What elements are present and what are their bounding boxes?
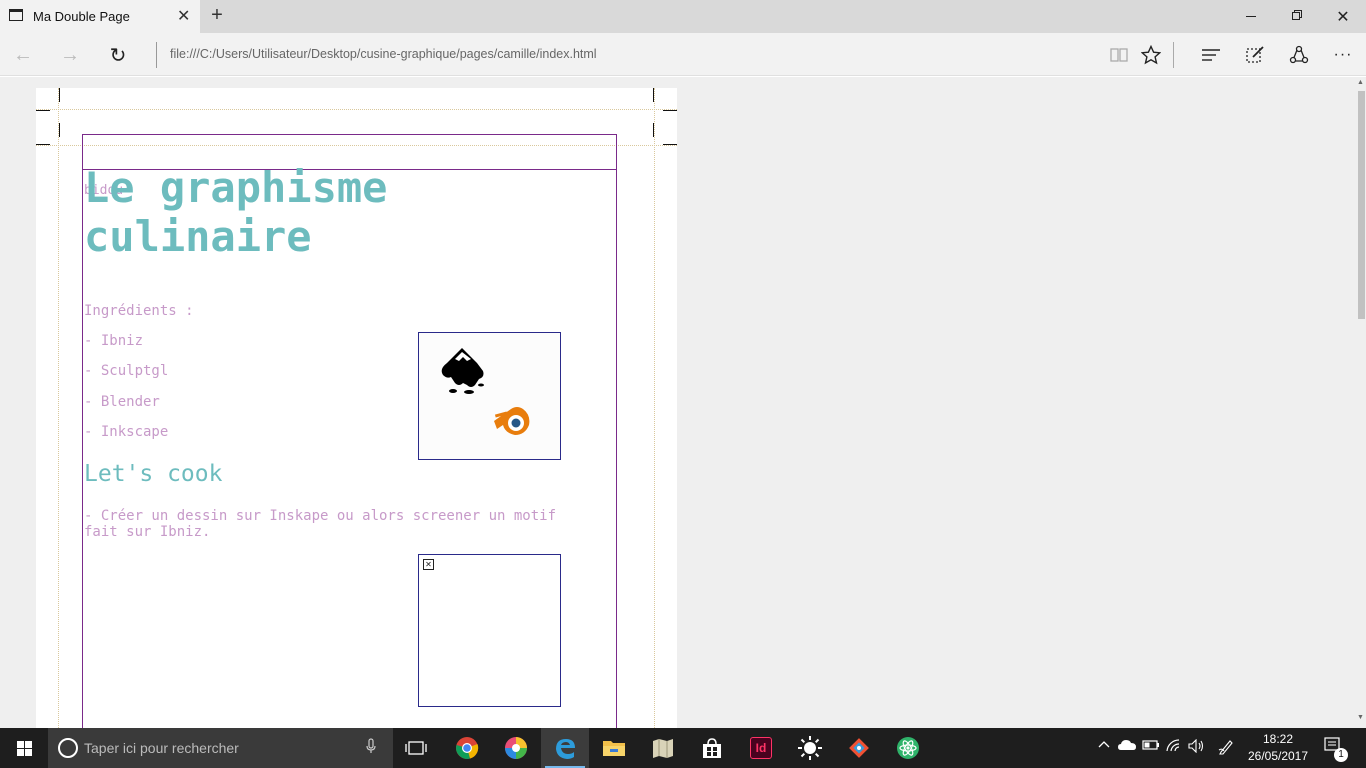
task-view-icon[interactable] [392, 728, 440, 768]
guide-line [58, 88, 59, 728]
blender-icon [494, 407, 530, 435]
battery-icon[interactable] [1142, 739, 1160, 754]
share-icon[interactable] [1286, 42, 1312, 68]
crop-mark [59, 123, 60, 137]
indesign-icon[interactable]: Id [737, 728, 785, 768]
toolbar-separator [1173, 42, 1174, 68]
crop-mark [36, 144, 50, 145]
crop-mark [36, 110, 50, 111]
refresh-button[interactable]: ↻ [105, 42, 131, 68]
logos-image [418, 332, 561, 460]
indesign-label: Id [750, 737, 772, 759]
cortana-icon [58, 738, 78, 758]
sun-app-icon[interactable] [786, 728, 834, 768]
taskbar-search[interactable]: Taper ici pour rechercher [48, 728, 393, 768]
ingredient-item: - Sculptgl [84, 363, 169, 379]
address-input[interactable]: file:///C:/Users/Utilisateur/Desktop/cus… [170, 47, 597, 61]
new-tab-button[interactable]: + [207, 4, 227, 27]
step-text: - Créer un dessin sur Inskape ou alors s… [84, 508, 557, 540]
pen-icon[interactable] [1218, 739, 1234, 758]
ingredient-item: - Ibniz [84, 333, 144, 349]
vertical-scrollbar[interactable]: ▲ ▼ [1356, 77, 1366, 728]
page-title: Le graphisme culinaire [84, 163, 388, 261]
inkscape-icon [441, 348, 484, 394]
broken-image-icon: ✕ [423, 559, 434, 570]
chevron-up-icon[interactable] [1098, 739, 1110, 754]
git-icon[interactable] [835, 728, 883, 768]
chrome-icon[interactable] [443, 728, 491, 768]
guide-line [36, 109, 677, 110]
address-toolbar: ← → ↻ file:///C:/Users/Utilisateur/Deskt… [0, 33, 1366, 76]
scroll-thumb[interactable] [1358, 91, 1365, 319]
edge-icon[interactable] [541, 728, 589, 768]
content-frame: bidou Le graphisme culinaire Ingrédients… [82, 134, 617, 728]
atom-icon[interactable] [884, 728, 932, 768]
volume-icon[interactable] [1188, 738, 1206, 756]
colorful-app-icon[interactable] [492, 728, 540, 768]
file-explorer-icon[interactable] [590, 728, 638, 768]
crop-mark [663, 144, 677, 145]
back-button[interactable]: ← [10, 42, 36, 68]
guide-line [654, 88, 655, 728]
ingredient-item: - Blender [84, 394, 160, 410]
section-title: Let's cook [84, 461, 223, 487]
ingredients-title: Ingrédients : [84, 303, 194, 319]
page-viewport[interactable]: bidou Le graphisme culinaire Ingrédients… [0, 77, 1356, 728]
crop-mark [653, 123, 654, 137]
onedrive-icon[interactable] [1118, 739, 1136, 754]
scroll-down-icon[interactable]: ▼ [1357, 714, 1364, 721]
more-icon[interactable]: ··· [1330, 42, 1356, 68]
ingredient-item: - Inkscape [84, 424, 169, 440]
tab-close-icon[interactable]: ✕ [177, 6, 190, 26]
notification-badge: 1 [1334, 748, 1348, 762]
page-icon [9, 9, 23, 21]
search-placeholder: Taper ici pour rechercher [84, 740, 239, 756]
browser-tab[interactable]: Ma Double Page ✕ [0, 0, 200, 33]
minimize-icon [1246, 16, 1256, 17]
forward-button[interactable]: → [57, 42, 83, 68]
document-page: bidou Le graphisme culinaire Ingrédients… [36, 88, 677, 728]
crop-mark [663, 110, 677, 111]
minimize-button[interactable] [1228, 0, 1274, 33]
hub-icon[interactable] [1198, 42, 1224, 68]
microphone-icon[interactable] [366, 738, 376, 758]
web-note-icon[interactable] [1242, 42, 1268, 68]
close-window-button[interactable]: ✕ [1320, 0, 1366, 33]
crop-mark [59, 88, 60, 102]
broken-image: ✕ [418, 554, 561, 707]
reading-view-icon[interactable] [1106, 42, 1132, 68]
restore-icon-front [1292, 12, 1300, 20]
crop-mark [653, 88, 654, 102]
clock-date[interactable]: 26/05/2017 [1242, 749, 1314, 763]
favorite-star-icon[interactable] [1138, 42, 1164, 68]
address-separator [156, 42, 157, 68]
store-icon[interactable] [688, 728, 736, 768]
restore-button[interactable] [1274, 0, 1320, 33]
windows-icon [16, 740, 32, 756]
tab-bar: Ma Double Page ✕ + ✕ [0, 0, 1366, 33]
taskbar: Taper ici pour rechercher Id 18:22 26/05… [0, 728, 1366, 768]
maps-icon[interactable] [639, 728, 687, 768]
scroll-up-icon[interactable]: ▲ [1357, 79, 1364, 86]
start-button[interactable] [0, 728, 48, 768]
clock-time[interactable]: 18:22 [1248, 732, 1308, 746]
wifi-icon[interactable] [1166, 739, 1182, 756]
tab-title: Ma Double Page [33, 9, 130, 24]
